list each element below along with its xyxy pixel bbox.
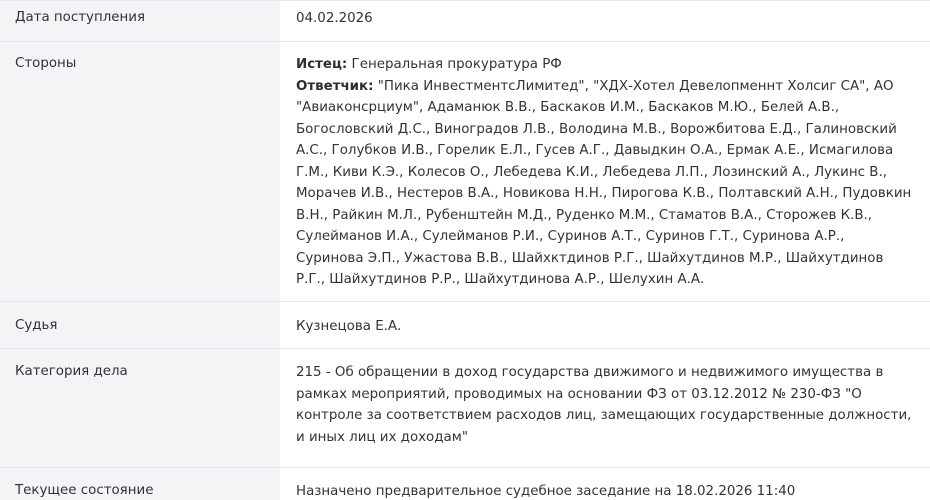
row-current-status: Текущее состояние Назначено предваритель… <box>0 468 930 500</box>
current-status-value: Назначено предварительное судебное засед… <box>280 468 930 500</box>
judge-label: Судья <box>0 302 280 348</box>
plaintiff-label: Истец: <box>296 57 348 72</box>
parties-value: Истец: Генеральная прокуратура РФ Ответч… <box>280 42 930 301</box>
row-receipt-date: Дата поступления 04.02.2026 <box>0 1 930 42</box>
case-info-table: Дата поступления 04.02.2026 Стороны Исте… <box>0 0 930 500</box>
receipt-date-value: 04.02.2026 <box>280 1 930 41</box>
judge-value: Кузнецова Е.А. <box>280 302 930 348</box>
row-parties: Стороны Истец: Генеральная прокуратура Р… <box>0 42 930 302</box>
row-judge: Судья Кузнецова Е.А. <box>0 302 930 349</box>
plaintiff-value: Генеральная прокуратура РФ <box>351 57 562 72</box>
parties-label: Стороны <box>0 42 280 301</box>
receipt-date-label: Дата поступления <box>0 1 280 41</box>
case-category-label: Категория дела <box>0 349 280 467</box>
defendant-value: "Пика ИнвестментсЛимитед", "ХДХ-Хотел Де… <box>296 78 912 288</box>
defendant-line: Ответчик: "Пика ИнвестментсЛимитед", "ХД… <box>296 76 914 291</box>
case-category-value: 215 - Об обращении в доход государства д… <box>280 349 930 467</box>
row-case-category: Категория дела 215 - Об обращении в дохо… <box>0 349 930 468</box>
current-status-label: Текущее состояние <box>0 468 280 500</box>
plaintiff-line: Истец: Генеральная прокуратура РФ <box>296 54 914 76</box>
defendant-label: Ответчик: <box>296 78 374 94</box>
